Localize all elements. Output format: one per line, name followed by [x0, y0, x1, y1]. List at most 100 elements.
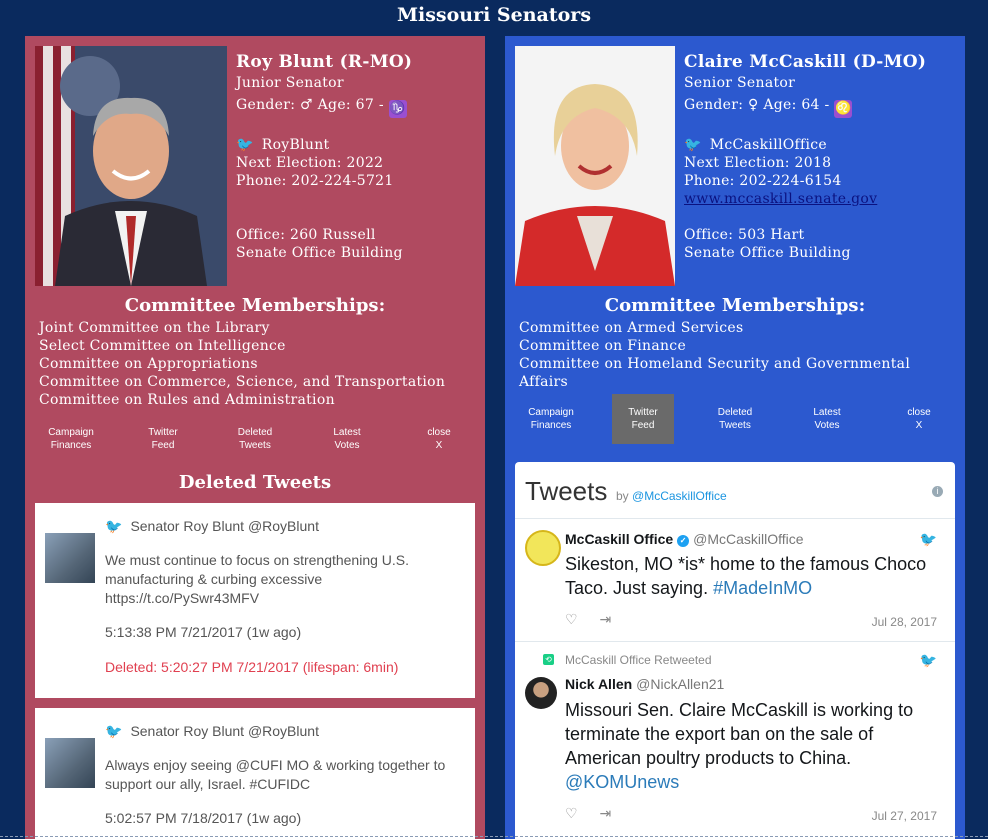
tweet-author-line: Nick Allen @NickAllen21 — [565, 676, 724, 692]
tweet-text: Always enjoy seeing @CUFI MO & working t… — [105, 757, 446, 792]
committee-list: Joint Committee on the Library Select Co… — [39, 319, 479, 409]
tab-campaign-finances[interactable]: Campaign Finances — [520, 394, 582, 444]
timeline-title: Tweets — [525, 476, 608, 506]
tweet-text: We must continue to focus on strengtheni… — [105, 552, 410, 606]
tab-bar: Campaign Finances Twitter Feed Deleted T… — [505, 394, 965, 444]
next-election: Next Election: 2018 — [684, 155, 832, 171]
tab-twitter-feed[interactable]: Twitter Feed — [612, 394, 674, 444]
avatar — [45, 533, 95, 583]
twitter-icon: 🐦 — [684, 137, 702, 153]
committee-item: Committee on Finance — [519, 338, 687, 354]
twitter-bird-icon: 🐦 — [105, 723, 123, 739]
tweet-actions: ♡ ⇥ — [565, 611, 611, 628]
next-election: Next Election: 2022 — [236, 155, 384, 171]
gender-age-line: Gender: ♂ Age: 67 - ♑ — [236, 96, 485, 118]
retweeted-by: McCaskill Office Retweeted — [565, 653, 712, 667]
twitter-line: 🐦 RoyBlunt — [236, 136, 485, 154]
committee-item: Committee on Homeland Security and Gover… — [519, 356, 911, 390]
by-label: by — [616, 489, 629, 503]
capricorn-icon: ♑ — [388, 100, 407, 118]
avatar[interactable] — [525, 677, 557, 709]
info-icon[interactable]: i — [932, 486, 943, 497]
age-label: Age: 67 - — [317, 97, 384, 113]
twitter-bird-icon[interactable]: 🐦 — [920, 652, 937, 669]
committee-item: Committee on Rules and Administration — [39, 392, 335, 408]
deleted-time: Deleted: 5:20:27 PM 7/21/2017 (lifespan:… — [105, 659, 399, 675]
committee-item: Committee on Armed Services — [519, 320, 744, 336]
tab-campaign-finances[interactable]: Campaign Finances — [40, 414, 102, 464]
tweet-author-line: McCaskill Office ✓ @McCaskillOffice — [565, 531, 804, 547]
tweet-text: Missouri Sen. Claire McCaskill is workin… — [565, 700, 914, 792]
tweet-text: Sikeston, MO *is* home to the famous Cho… — [565, 554, 927, 598]
tweet-actions: ♡ ⇥ — [565, 805, 611, 822]
senator-rank: Junior Senator — [236, 75, 344, 91]
mention-link[interactable]: @KOMUnews — [565, 772, 679, 792]
phone: Phone: 202-224-6154 — [684, 173, 842, 189]
senator-panel-mccaskill: Claire McCaskill (D-MO) Senior Senator G… — [505, 36, 965, 839]
timeline-tweet[interactable]: McCaskill Office ✓ @McCaskillOffice 🐦 Sike… — [515, 519, 955, 642]
twitter-handle[interactable]: RoyBlunt — [262, 137, 330, 153]
office-line1: Office: 503 Hart — [684, 227, 805, 243]
committee-heading: Committee Memberships: — [604, 295, 866, 316]
website-link[interactable]: www.mccaskill.senate.gov — [684, 191, 877, 207]
tab-bar: Campaign Finances Twitter Feed Deleted T… — [25, 414, 485, 464]
senator-name: Claire McCaskill (D-MO) — [684, 52, 927, 72]
share-icon[interactable]: ⇥ — [599, 611, 611, 627]
divider — [0, 836, 988, 837]
tweet-author: Senator Roy Blunt @RoyBlunt — [130, 518, 319, 534]
senator-panel-blunt: Roy Blunt (R-MO) Junior Senator Gender: … — [25, 36, 485, 839]
twitter-timeline-widget: Tweets by @McCaskillOffice i McCaskill O… — [515, 462, 955, 839]
tweet-author-name[interactable]: Nick Allen — [565, 676, 632, 692]
leo-icon: ♌ — [834, 100, 853, 118]
gender-age-line: Gender: ♀ Age: 64 - ♌ — [684, 96, 934, 118]
committee-item: Committee on Appropriations — [39, 356, 258, 372]
timeline-header: Tweets by @McCaskillOffice i — [515, 462, 955, 519]
senator-rank: Senior Senator — [684, 75, 796, 91]
senator-info-mccaskill: Claire McCaskill (D-MO) Senior Senator G… — [684, 50, 934, 262]
tab-close[interactable]: close X — [888, 394, 950, 444]
committee-item: Joint Committee on the Library — [39, 320, 270, 336]
tab-latest-votes[interactable]: Latest Votes — [796, 394, 858, 444]
timeline-tweet[interactable]: ⟲ McCaskill Office Retweeted 🐦 Nick Alle… — [515, 642, 955, 832]
tweet-date[interactable]: Jul 27, 2017 — [872, 809, 937, 823]
timeline-by: by @McCaskillOffice — [616, 489, 727, 503]
tab-close[interactable]: close X — [408, 414, 470, 464]
office-line2: Senate Office Building — [236, 245, 403, 261]
twitter-handle[interactable]: McCaskillOffice — [710, 137, 827, 153]
tab-twitter-feed[interactable]: Twitter Feed — [132, 414, 194, 464]
tab-latest-votes[interactable]: Latest Votes — [316, 414, 378, 464]
twitter-bird-icon[interactable]: 🐦 — [920, 531, 937, 548]
senator-name: Roy Blunt (R-MO) — [236, 52, 413, 72]
share-icon[interactable]: ⇥ — [599, 805, 611, 821]
committee-item: Select Committee on Intelligence — [39, 338, 286, 354]
like-icon[interactable]: ♡ — [565, 611, 578, 627]
age-label: Age: 64 - — [763, 97, 830, 113]
deleted-tweets-heading: Deleted Tweets — [178, 472, 332, 493]
like-icon[interactable]: ♡ — [565, 805, 578, 821]
gender-label: Gender: — [684, 97, 744, 113]
office-line1: Office: 260 Russell — [236, 227, 376, 243]
tweet-author-name[interactable]: McCaskill Office — [565, 531, 673, 547]
tab-deleted-tweets[interactable]: Deleted Tweets — [224, 414, 286, 464]
avatar — [45, 738, 95, 788]
tweet-author-handle[interactable]: @NickAllen21 — [636, 676, 724, 692]
deleted-tweet-card: 🐦 Senator Roy Blunt @RoyBlunt We must con… — [35, 503, 475, 698]
timeline-owner-link[interactable]: @McCaskillOffice — [632, 489, 727, 503]
tweet-author-line: 🐦 Senator Roy Blunt @RoyBlunt — [105, 517, 465, 536]
tweet-author-handle[interactable]: @McCaskillOffice — [693, 531, 803, 547]
tweet-time: 5:02:57 PM 7/18/2017 (1w ago) — [105, 810, 302, 826]
page-title: Missouri Senators — [396, 4, 592, 26]
tweet-author-line: 🐦 Senator Roy Blunt @RoyBlunt — [105, 722, 465, 741]
tweet-date[interactable]: Jul 28, 2017 — [872, 615, 937, 629]
female-icon: ♀ — [748, 97, 759, 113]
verified-icon: ✓ — [677, 535, 690, 547]
twitter-bird-icon: 🐦 — [105, 518, 123, 534]
committee-heading: Committee Memberships: — [124, 295, 386, 316]
male-icon: ♂ — [300, 97, 313, 113]
avatar[interactable] — [525, 530, 561, 566]
tab-deleted-tweets[interactable]: Deleted Tweets — [704, 394, 766, 444]
tweet-time: 5:13:38 PM 7/21/2017 (1w ago) — [105, 624, 302, 640]
phone: Phone: 202-224-5721 — [236, 173, 394, 189]
senator-photo-blunt — [35, 46, 227, 286]
hashtag-link[interactable]: #MadeInMO — [713, 578, 812, 598]
